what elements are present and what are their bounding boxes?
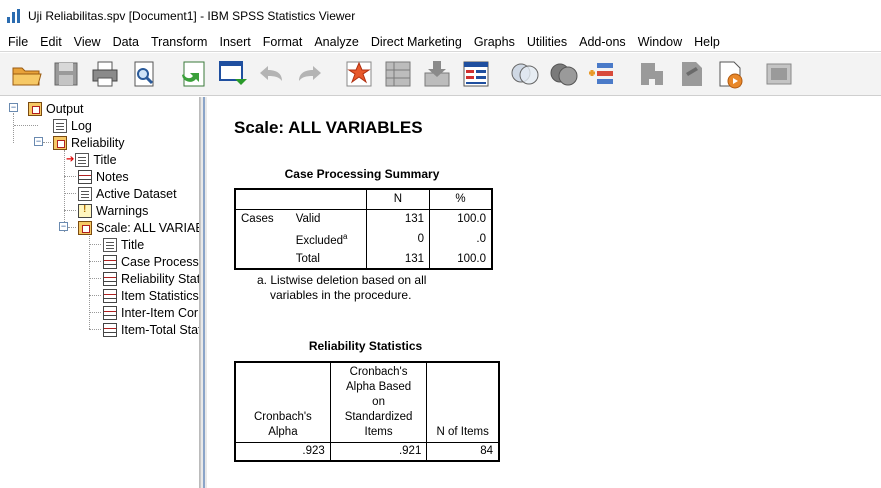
outline-item-warnings[interactable]: Warnings <box>78 202 148 219</box>
use-variable-sets-icon[interactable] <box>635 57 669 91</box>
book-icon <box>28 101 42 116</box>
outline-item-output[interactable]: Output <box>28 100 84 117</box>
insert-heading-icon[interactable] <box>674 57 708 91</box>
cell-total-n: 131 <box>365 249 430 269</box>
menu-window[interactable]: Window <box>632 35 688 49</box>
col-header-alpha-std: Cronbach's Alpha Based on Standardized Items <box>329 362 427 443</box>
spss-app-icon <box>6 8 22 24</box>
case-processing-table[interactable]: N % Cases Valid 131 100.0 Excludeda 0 .0… <box>234 188 493 270</box>
variables-icon[interactable] <box>459 57 493 91</box>
book-icon <box>78 220 92 235</box>
warning-icon <box>78 203 92 218</box>
log-icon <box>53 118 67 133</box>
book-icon <box>53 135 67 150</box>
menu-analyze[interactable]: Analyze <box>308 35 364 49</box>
menu-utilities[interactable]: Utilities <box>521 35 573 49</box>
case-processing-footnote: a. Listwise deletion based on all variab… <box>257 273 427 302</box>
col-header-n-items: N of Items <box>426 362 499 443</box>
cell-valid-n: 131 <box>365 209 430 229</box>
menu-view[interactable]: View <box>68 35 107 49</box>
row-label-total: Total <box>295 252 320 265</box>
outline-item-active-dataset[interactable]: Active Dataset <box>78 185 177 202</box>
notes-icon <box>78 169 92 184</box>
outline-item-case-processing[interactable]: Case Processing Summary <box>103 253 199 270</box>
cell-excluded-pct: .0 <box>429 229 492 249</box>
toolbar <box>0 53 881 96</box>
menu-transform[interactable]: Transform <box>145 35 214 49</box>
menu-format[interactable]: Format <box>257 35 309 49</box>
goto-case-icon[interactable] <box>381 57 415 91</box>
case-processing-title: Case Processing Summary <box>284 167 440 181</box>
row-group-cases: Cases <box>241 213 274 226</box>
designate-window-icon[interactable] <box>215 57 249 91</box>
menu-edit[interactable]: Edit <box>34 35 68 49</box>
reliability-statistics-title: Reliability Statistics <box>308 339 423 353</box>
pane-splitter[interactable] <box>200 97 207 488</box>
menu-add-ons[interactable]: Add-ons <box>573 35 632 49</box>
cell-valid-pct: 100.0 <box>429 209 492 229</box>
outline-item-item-total[interactable]: Item-Total Statistics <box>103 321 199 338</box>
print-preview-icon[interactable] <box>127 57 161 91</box>
cell-excluded-n: 0 <box>365 229 430 249</box>
reliability-statistics-table[interactable]: Cronbach's Alpha Cronbach's Alpha Based on S… <box>234 361 500 462</box>
collapse-output-icon[interactable]: − <box>9 103 18 112</box>
menu-direct-marketing[interactable]: Direct Marketing <box>365 35 468 49</box>
window-title: Uji Reliabilitas.spv [Document1] - IBM S… <box>28 9 356 23</box>
outline-item-reliability[interactable]: Reliability <box>53 134 125 151</box>
run-script-icon[interactable] <box>762 57 796 91</box>
menu-bar: File Edit View Data Transform Insert For… <box>0 32 881 52</box>
outline-item-scale[interactable]: Scale: ALL VARIABLES <box>78 219 199 236</box>
insert-title-icon[interactable] <box>713 57 747 91</box>
pivot-table-icon <box>103 271 117 286</box>
menu-data[interactable]: Data <box>107 35 145 49</box>
outline-item-reliability-statistics[interactable]: Reliability Statistics <box>103 270 199 287</box>
col-header-n: N <box>365 189 430 210</box>
outline-item-scale-title[interactable]: Title <box>103 236 144 253</box>
title-icon <box>75 152 90 167</box>
title-bar: Uji Reliabilitas.spv [Document1] - IBM S… <box>0 0 881 32</box>
outline-pane[interactable]: − Output Log − Reliability ➔ Title Notes… <box>0 97 200 488</box>
active-dataset-icon <box>78 186 92 201</box>
value-labels-icon[interactable] <box>586 57 620 91</box>
col-header-alpha: Cronbach's Alpha <box>235 362 331 443</box>
select-cases-icon[interactable] <box>547 57 581 91</box>
cell-alpha-std: .921 <box>329 442 427 461</box>
cell-n-items: 84 <box>426 442 499 461</box>
outline-item-log[interactable]: Log <box>53 117 92 134</box>
menu-insert[interactable]: Insert <box>213 35 256 49</box>
collapse-reliability-icon[interactable]: − <box>34 137 43 146</box>
cell-total-pct: 100.0 <box>429 249 492 269</box>
cell-alpha: .923 <box>302 445 325 458</box>
output-content-pane[interactable]: Scale: ALL VARIABLES Case Processing Sum… <box>207 97 881 488</box>
undo-icon[interactable] <box>254 57 288 91</box>
menu-file[interactable]: File <box>2 35 34 49</box>
open-folder-icon[interactable] <box>10 57 44 91</box>
outline-item-title[interactable]: ➔ Title <box>66 151 117 168</box>
pivot-table-icon <box>103 254 117 269</box>
menu-graphs[interactable]: Graphs <box>468 35 521 49</box>
save-icon[interactable] <box>49 57 83 91</box>
print-icon[interactable] <box>88 57 122 91</box>
pivot-table-icon <box>103 288 117 303</box>
current-item-arrow-icon: ➔ <box>66 154 75 165</box>
show-all-variables-icon[interactable] <box>508 57 542 91</box>
scale-heading: Scale: ALL VARIABLES <box>234 118 423 137</box>
pivot-table-icon <box>103 322 117 337</box>
pivot-table-icon <box>103 305 117 320</box>
redo-icon[interactable] <box>293 57 327 91</box>
menu-help[interactable]: Help <box>688 35 726 49</box>
insert-cases-icon[interactable] <box>420 57 454 91</box>
export-icon[interactable] <box>176 57 210 91</box>
outline-item-inter-item[interactable]: Inter-Item Correlation Matrix <box>103 304 199 321</box>
outline-item-item-statistics[interactable]: Item Statistics <box>103 287 199 304</box>
row-label-excluded: Excludeda <box>295 231 348 247</box>
goto-data-icon[interactable] <box>342 57 376 91</box>
outline-item-notes[interactable]: Notes <box>78 168 129 185</box>
collapse-scale-icon[interactable]: − <box>59 222 68 231</box>
title-icon <box>103 237 117 252</box>
col-header-pct: % <box>429 189 492 210</box>
row-label-valid: Valid <box>295 213 321 226</box>
